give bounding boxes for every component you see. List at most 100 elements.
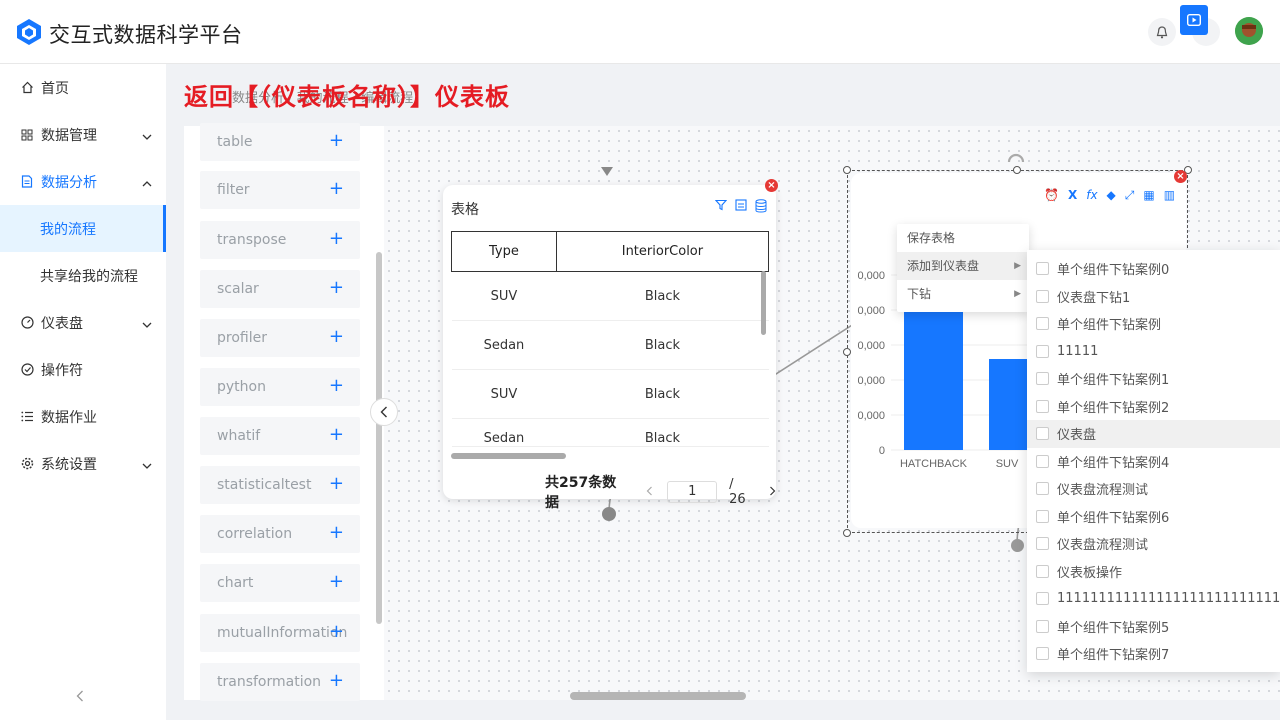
resize-handle[interactable] (843, 348, 851, 356)
list-item[interactable]: 1111111111111111111111111111111111111111… (1027, 585, 1280, 613)
collapse-panel-button[interactable] (370, 398, 398, 426)
checkbox[interactable] (1036, 399, 1049, 413)
resize-handle[interactable] (843, 166, 851, 174)
page-input[interactable]: 1 (667, 481, 718, 503)
operator-transformation[interactable]: transformation + (200, 663, 360, 701)
canvas-horizontal-scrollbar[interactable] (570, 692, 746, 700)
operator-scalar[interactable]: scalar + (200, 270, 360, 308)
operator-filter[interactable]: filter + (200, 171, 360, 209)
list-item[interactable]: 单个组件下钻案例5 (1027, 613, 1280, 641)
fill-icon[interactable]: ◆ (1107, 188, 1116, 203)
add-icon[interactable]: + (329, 377, 344, 395)
table-horizontal-scrollbar[interactable] (451, 453, 566, 459)
resize-handle[interactable] (843, 529, 851, 537)
avatar[interactable] (1235, 17, 1263, 45)
list-item[interactable]: 仪表板操作 (1027, 558, 1280, 586)
nav-item-dashboard[interactable]: 仪表盘 (0, 299, 166, 346)
grid-view-icon[interactable]: ▥ (1164, 188, 1175, 203)
operator-python[interactable]: python + (200, 368, 360, 406)
prev-page-icon[interactable] (646, 485, 653, 500)
add-icon[interactable]: + (329, 573, 344, 591)
collapse-nav-icon[interactable] (76, 690, 84, 706)
add-icon[interactable]: + (329, 132, 344, 150)
list-item[interactable]: 仪表盘流程测试 (1027, 530, 1280, 558)
menu-item-add-to-dashboard[interactable]: 添加到仪表盘 ▶ (897, 252, 1029, 280)
bell-icon[interactable] (1148, 18, 1176, 46)
operator-transpose[interactable]: transpose + (200, 221, 360, 259)
resize-handle[interactable] (1013, 166, 1021, 174)
chart-output-port[interactable] (1011, 539, 1024, 552)
expand-icon[interactable]: ⤢ (1125, 188, 1135, 203)
checkbox[interactable] (1036, 427, 1049, 441)
operator-correlation[interactable]: correlation + (200, 515, 360, 553)
clear-icon[interactable]: X (1068, 188, 1077, 203)
add-icon[interactable]: + (329, 328, 344, 346)
table-node-card[interactable]: 表格 Type InteriorColor SUV Black Sedan Blac… (443, 185, 776, 511)
nav-item-shared-flows[interactable]: 共享给我的流程 (0, 252, 166, 299)
menu-item-drilldown[interactable]: 下钻 ▶ (897, 280, 1029, 308)
database-icon[interactable] (755, 199, 767, 213)
list-item[interactable]: 单个组件下钻案例4 (1027, 448, 1280, 476)
list-item[interactable]: 仪表盘下钻1 (1027, 283, 1280, 311)
checkbox[interactable] (1036, 482, 1049, 496)
function-icon[interactable]: fx (1086, 188, 1097, 203)
add-icon[interactable]: + (329, 475, 344, 493)
nav-item-home[interactable]: 首页 (0, 64, 166, 111)
checkbox[interactable] (1036, 564, 1049, 578)
checkbox[interactable] (1036, 317, 1049, 331)
add-icon[interactable]: + (329, 279, 344, 297)
add-icon[interactable]: + (329, 623, 344, 641)
nav-item-data-jobs[interactable]: 数据作业 (0, 393, 166, 440)
nav-item-settings[interactable]: 系统设置 (0, 440, 166, 487)
list-item[interactable]: 单个组件下钻案例 (1027, 310, 1280, 338)
add-icon[interactable]: + (329, 230, 344, 248)
alarm-icon[interactable]: ⏰ (1044, 188, 1059, 203)
list-item[interactable]: 仪表盘流程测试 (1027, 475, 1280, 503)
table-icon[interactable]: ▦ (1143, 188, 1154, 203)
nav-item-my-flows[interactable]: 我的流程 (0, 205, 166, 252)
close-icon[interactable]: × (765, 179, 778, 192)
add-icon[interactable]: + (329, 426, 344, 444)
close-icon[interactable]: × (1174, 170, 1187, 183)
checkbox[interactable] (1036, 619, 1049, 633)
operator-profiler[interactable]: profiler + (200, 319, 360, 357)
menu-item-save-table[interactable]: 保存表格 (897, 224, 1029, 252)
back-to-dashboard-link[interactable]: 返回【（仪表板名称）】仪表板 (184, 77, 510, 112)
list-item[interactable]: 单个组件下钻案例6 (1027, 503, 1280, 531)
list-item[interactable]: 单个组件下钻案例0 (1027, 255, 1280, 283)
list-item[interactable]: 单个组件下钻案例2 (1027, 393, 1280, 421)
list-item[interactable]: 单个组件下钻案例7 (1027, 640, 1280, 668)
play-icon[interactable] (1180, 5, 1208, 35)
add-icon[interactable]: + (329, 524, 344, 542)
column-header[interactable]: InteriorColor (555, 231, 770, 272)
checkbox[interactable] (1036, 262, 1049, 276)
column-header[interactable]: Type (451, 231, 557, 272)
checkbox[interactable] (1036, 647, 1049, 661)
nav-item-operators[interactable]: 操作符 (0, 346, 166, 393)
operator-statisticaltest[interactable]: statisticaltest + (200, 466, 360, 504)
list-item[interactable]: 仪表盘 (1027, 420, 1280, 448)
list-item[interactable]: 11111 (1027, 338, 1280, 366)
checkbox[interactable] (1036, 289, 1049, 303)
nav-item-data-management[interactable]: 数据管理 (0, 111, 166, 158)
filter-icon[interactable] (715, 199, 727, 211)
operator-table[interactable]: table + (200, 123, 360, 161)
table-view-icon[interactable] (735, 199, 747, 211)
table-vertical-scrollbar[interactable] (761, 271, 766, 335)
checkbox[interactable] (1036, 537, 1049, 551)
operator-scrollbar[interactable] (376, 252, 382, 624)
checkbox[interactable] (1036, 372, 1049, 386)
nav-item-data-analysis[interactable]: 数据分析 (0, 158, 166, 205)
operator-chart[interactable]: chart + (200, 564, 360, 602)
checkbox[interactable] (1036, 509, 1049, 523)
checkbox[interactable] (1036, 592, 1049, 606)
add-icon[interactable]: + (329, 672, 344, 690)
add-icon[interactable]: + (329, 180, 344, 198)
next-page-icon[interactable] (769, 485, 776, 500)
list-item[interactable]: 单个组件下钻案例1 (1027, 365, 1280, 393)
checkbox[interactable] (1036, 344, 1049, 358)
input-port-icon[interactable] (600, 166, 614, 178)
operator-whatif[interactable]: whatif + (200, 417, 360, 455)
operator-mutualinformation[interactable]: mutualInformation + (200, 614, 360, 652)
checkbox[interactable] (1036, 454, 1049, 468)
